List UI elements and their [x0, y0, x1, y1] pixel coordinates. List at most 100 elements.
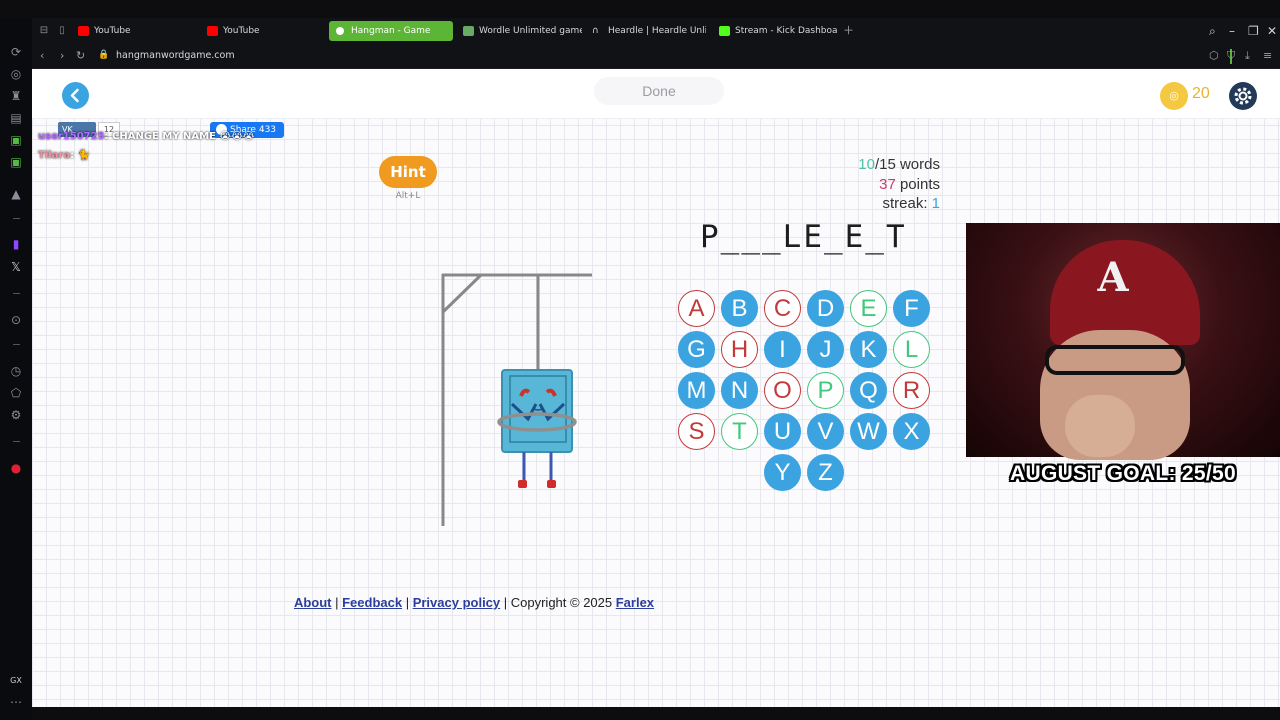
- kick-icon: [719, 26, 730, 36]
- kick-mini-icon[interactable]: ▣: [8, 154, 24, 170]
- page-icon[interactable]: ▤: [8, 110, 24, 126]
- words-progress: 10/15 words: [858, 156, 940, 173]
- forward-nav-icon[interactable]: ›: [60, 49, 64, 62]
- gx-logo-icon[interactable]: GX: [8, 673, 24, 689]
- opera-sidebar: ⟳ ◎ ♜ ▤ ▣ ▣ ▲ ▮ 𝕏 ⊙ ◷ ⬠ ⚙ ● GX ⋯: [0, 18, 32, 720]
- screen: ◯ ⊟ ▯ YouTube YouTube Hangman - Game Wor…: [0, 0, 1280, 720]
- ai-icon[interactable]: ⟳: [8, 44, 24, 60]
- letter-key-g[interactable]: G: [678, 331, 715, 368]
- extensions-icon[interactable]: ⬡: [1209, 49, 1219, 62]
- word-display: P___LE_E_T: [700, 219, 907, 255]
- letter-key-z[interactable]: Z: [807, 454, 844, 491]
- points: 37 points: [879, 175, 940, 193]
- wallet-icon[interactable]: ⛉: [1227, 49, 1235, 63]
- twitch-icon[interactable]: ▮: [8, 236, 24, 252]
- headphones-icon: ∩: [592, 26, 599, 36]
- letter-key-r: R: [893, 372, 930, 409]
- gear-icon: [1234, 87, 1252, 105]
- letter-key-y[interactable]: Y: [764, 454, 801, 491]
- extensions-sidebar-icon[interactable]: ⬠: [8, 385, 24, 401]
- coin-icon: ◎: [1160, 82, 1188, 110]
- tab-heardle[interactable]: ∩ Heardle | Heardle Unlimi: [586, 21, 706, 41]
- divider: [13, 218, 20, 219]
- gallows-brace: [441, 273, 483, 314]
- twitch-mini-icon[interactable]: ▣: [8, 132, 24, 148]
- tab-wordle[interactable]: Wordle Unlimited games: [457, 21, 582, 41]
- url-field[interactable]: hangmanwordgame.com: [116, 50, 235, 61]
- letter-key-h: H: [721, 331, 758, 368]
- letter-key-m[interactable]: M: [678, 372, 715, 409]
- goal-banner: AUGUST GOAL: 25/50: [1010, 462, 1236, 485]
- chat-message: Tilara: 🐈: [38, 150, 91, 161]
- reload-icon[interactable]: ↻: [76, 49, 85, 62]
- wordle-favicon: [463, 26, 474, 36]
- tab-label: Wordle Unlimited games: [479, 26, 582, 36]
- close-icon[interactable]: ✕: [1267, 24, 1277, 38]
- cap-logo-icon: A: [1097, 254, 1129, 301]
- divider: [13, 344, 20, 345]
- chat-message: user150725: CHANGE MY NAME 😭😭😭: [38, 131, 255, 142]
- letter-key-t: T: [721, 413, 758, 450]
- tab-islands-icon[interactable]: ▯: [54, 23, 70, 39]
- tab-label: Hangman - Game: [351, 26, 431, 36]
- x-icon[interactable]: 𝕏: [8, 259, 24, 275]
- privacy-policy-link[interactable]: Privacy policy: [413, 595, 500, 610]
- settings-button[interactable]: [1229, 82, 1257, 110]
- tab-label: YouTube: [223, 26, 260, 36]
- hint-button[interactable]: Hint: [379, 156, 437, 188]
- letter-key-e: E: [850, 290, 887, 327]
- letter-key-f[interactable]: F: [893, 290, 930, 327]
- tab-label: Stream - Kick Dashboard: [735, 26, 838, 36]
- hint-shortcut: Alt+L: [395, 191, 421, 201]
- lock-icon: 🔒: [98, 50, 110, 60]
- feedback-link[interactable]: Feedback: [342, 595, 402, 610]
- letter-key-v[interactable]: V: [807, 413, 844, 450]
- letter-key-w[interactable]: W: [850, 413, 887, 450]
- tab-youtube-2[interactable]: YouTube: [201, 21, 326, 41]
- tab-hangman[interactable]: Hangman - Game: [329, 21, 453, 41]
- back-button[interactable]: [62, 82, 89, 109]
- letter-key-i[interactable]: I: [764, 331, 801, 368]
- letter-key-n[interactable]: N: [721, 372, 758, 409]
- letter-key-q[interactable]: Q: [850, 372, 887, 409]
- letter-key-k[interactable]: K: [850, 331, 887, 368]
- new-tab-button[interactable]: ＋: [843, 22, 854, 38]
- settings-sidebar-icon[interactable]: ⚙: [8, 407, 24, 423]
- tab-kick[interactable]: Stream - Kick Dashboard: [713, 21, 838, 41]
- letter-key-u[interactable]: U: [764, 413, 801, 450]
- aria-icon[interactable]: ▲: [8, 186, 24, 202]
- download-icon[interactable]: ⤓: [1245, 49, 1250, 63]
- letter-key-c: C: [764, 290, 801, 327]
- ai-assistant-icon[interactable]: ◎: [8, 66, 24, 82]
- history-icon[interactable]: ◷: [8, 363, 24, 379]
- letter-key-l: L: [893, 331, 930, 368]
- player-icon[interactable]: ⊙: [8, 312, 24, 328]
- address-bar: ‹ › ↻ 🔒 hangmanwordgame.com ⬡ ⛉ ⤓ ≡: [32, 44, 1280, 69]
- gx-corner-icon[interactable]: ●: [8, 460, 24, 476]
- page-footer: About | Feedback | Privacy policy | Copy…: [293, 595, 655, 610]
- letter-key-b[interactable]: B: [721, 290, 758, 327]
- restore-icon[interactable]: ❐: [1248, 24, 1259, 38]
- book-character: [497, 369, 577, 488]
- webcam-hand: [1065, 395, 1135, 457]
- more-icon[interactable]: ⋯: [8, 694, 24, 710]
- tab-youtube-1[interactable]: YouTube: [72, 21, 197, 41]
- search-tabs-icon[interactable]: ⌕: [1209, 24, 1216, 39]
- about-link[interactable]: About: [294, 595, 332, 610]
- letter-key-d[interactable]: D: [807, 290, 844, 327]
- back-nav-icon[interactable]: ‹: [40, 49, 44, 62]
- farlex-link[interactable]: Farlex: [616, 595, 654, 610]
- minimize-icon[interactable]: –: [1229, 24, 1235, 38]
- score-panel: 10/15 words 37 points streak: 1: [858, 155, 940, 214]
- tab-overview-icon[interactable]: ⊟: [36, 23, 52, 39]
- letter-key-j[interactable]: J: [807, 331, 844, 368]
- mod-icon[interactable]: ♜: [8, 88, 24, 104]
- tab-label: YouTube: [94, 26, 131, 36]
- tab-bar: ◯ ⊟ ▯ YouTube YouTube Hangman - Game Wor…: [0, 18, 1280, 44]
- menu-icon[interactable]: ≡: [1263, 49, 1272, 62]
- coin-count: 20: [1192, 85, 1210, 102]
- letter-key-a: A: [678, 290, 715, 327]
- hangman-favicon: [336, 27, 344, 35]
- done-button[interactable]: Done: [594, 77, 724, 105]
- letter-key-x[interactable]: X: [893, 413, 930, 450]
